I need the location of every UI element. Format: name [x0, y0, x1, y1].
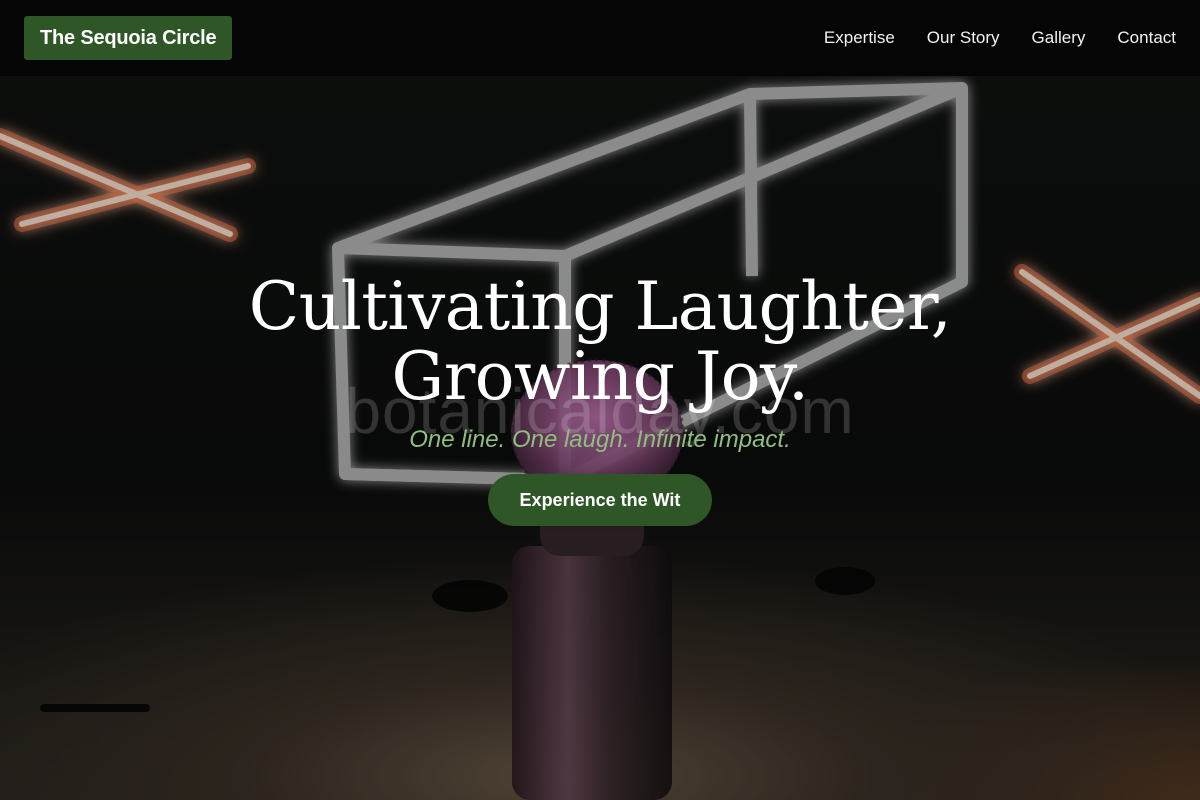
experience-the-wit-button[interactable]: Experience the Wit [487, 474, 713, 526]
hero-section: botanicalday.com Cultivating Laughter, G… [0, 76, 1200, 800]
nav-link-expertise[interactable]: Expertise [824, 28, 895, 48]
top-navbar: The Sequoia Circle Expertise Our Story G… [0, 0, 1200, 76]
hero-content: Cultivating Laughter, Growing Joy. One l… [0, 272, 1200, 526]
nav-links: Expertise Our Story Gallery Contact [824, 28, 1176, 48]
hero-subtitle: One line. One laugh. Infinite impact. [409, 426, 791, 453]
nav-link-our-story[interactable]: Our Story [927, 28, 1000, 48]
brand-logo-button[interactable]: The Sequoia Circle [24, 16, 233, 60]
nav-link-contact[interactable]: Contact [1117, 28, 1176, 48]
nav-link-gallery[interactable]: Gallery [1032, 28, 1086, 48]
hero-title: Cultivating Laughter, Growing Joy. [248, 268, 952, 415]
